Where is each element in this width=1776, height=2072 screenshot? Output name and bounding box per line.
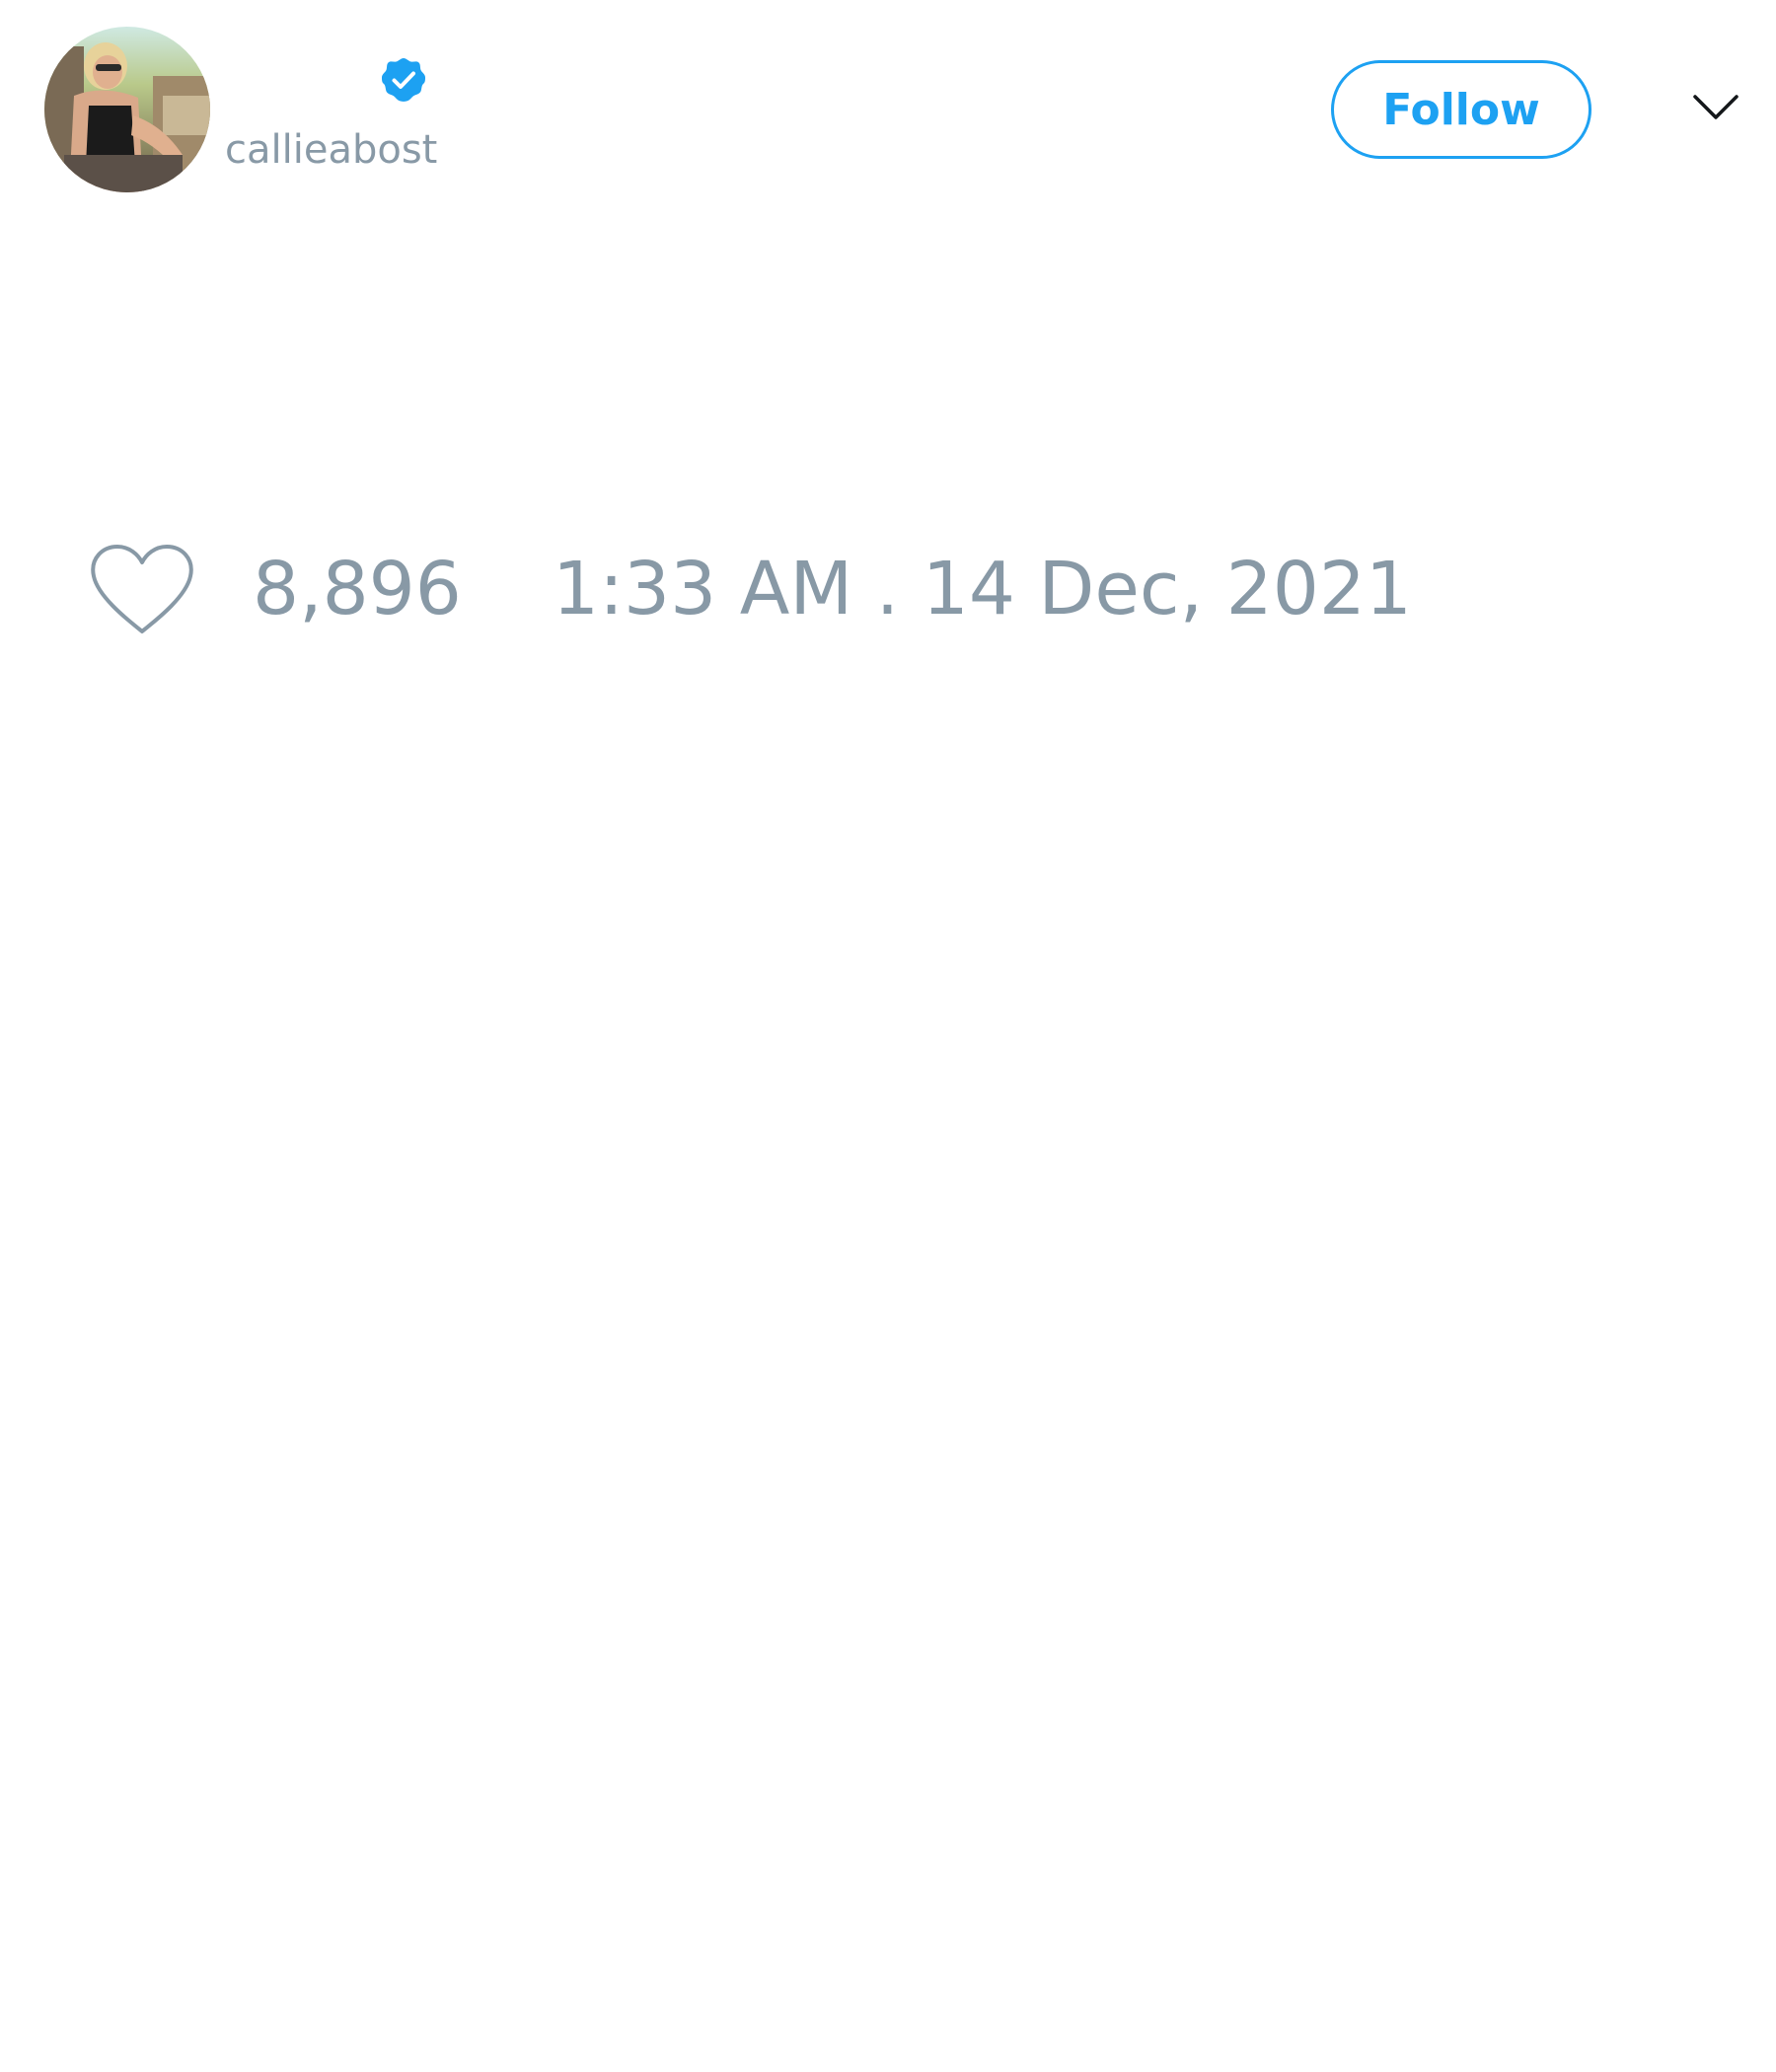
tweet-timestamp[interactable]: 1:33 AM . 14 Dec, 2021 [553,548,1412,630]
chevron-down-icon[interactable] [1692,93,1739,122]
heart-icon[interactable] [89,543,195,637]
verified-badge-icon [382,58,425,102]
author-handle[interactable]: callieabost [225,126,437,174]
like-count: 8,896 [253,547,462,631]
avatar-photo [44,27,210,192]
follow-button[interactable]: Follow [1331,60,1591,159]
avatar[interactable] [44,27,210,192]
